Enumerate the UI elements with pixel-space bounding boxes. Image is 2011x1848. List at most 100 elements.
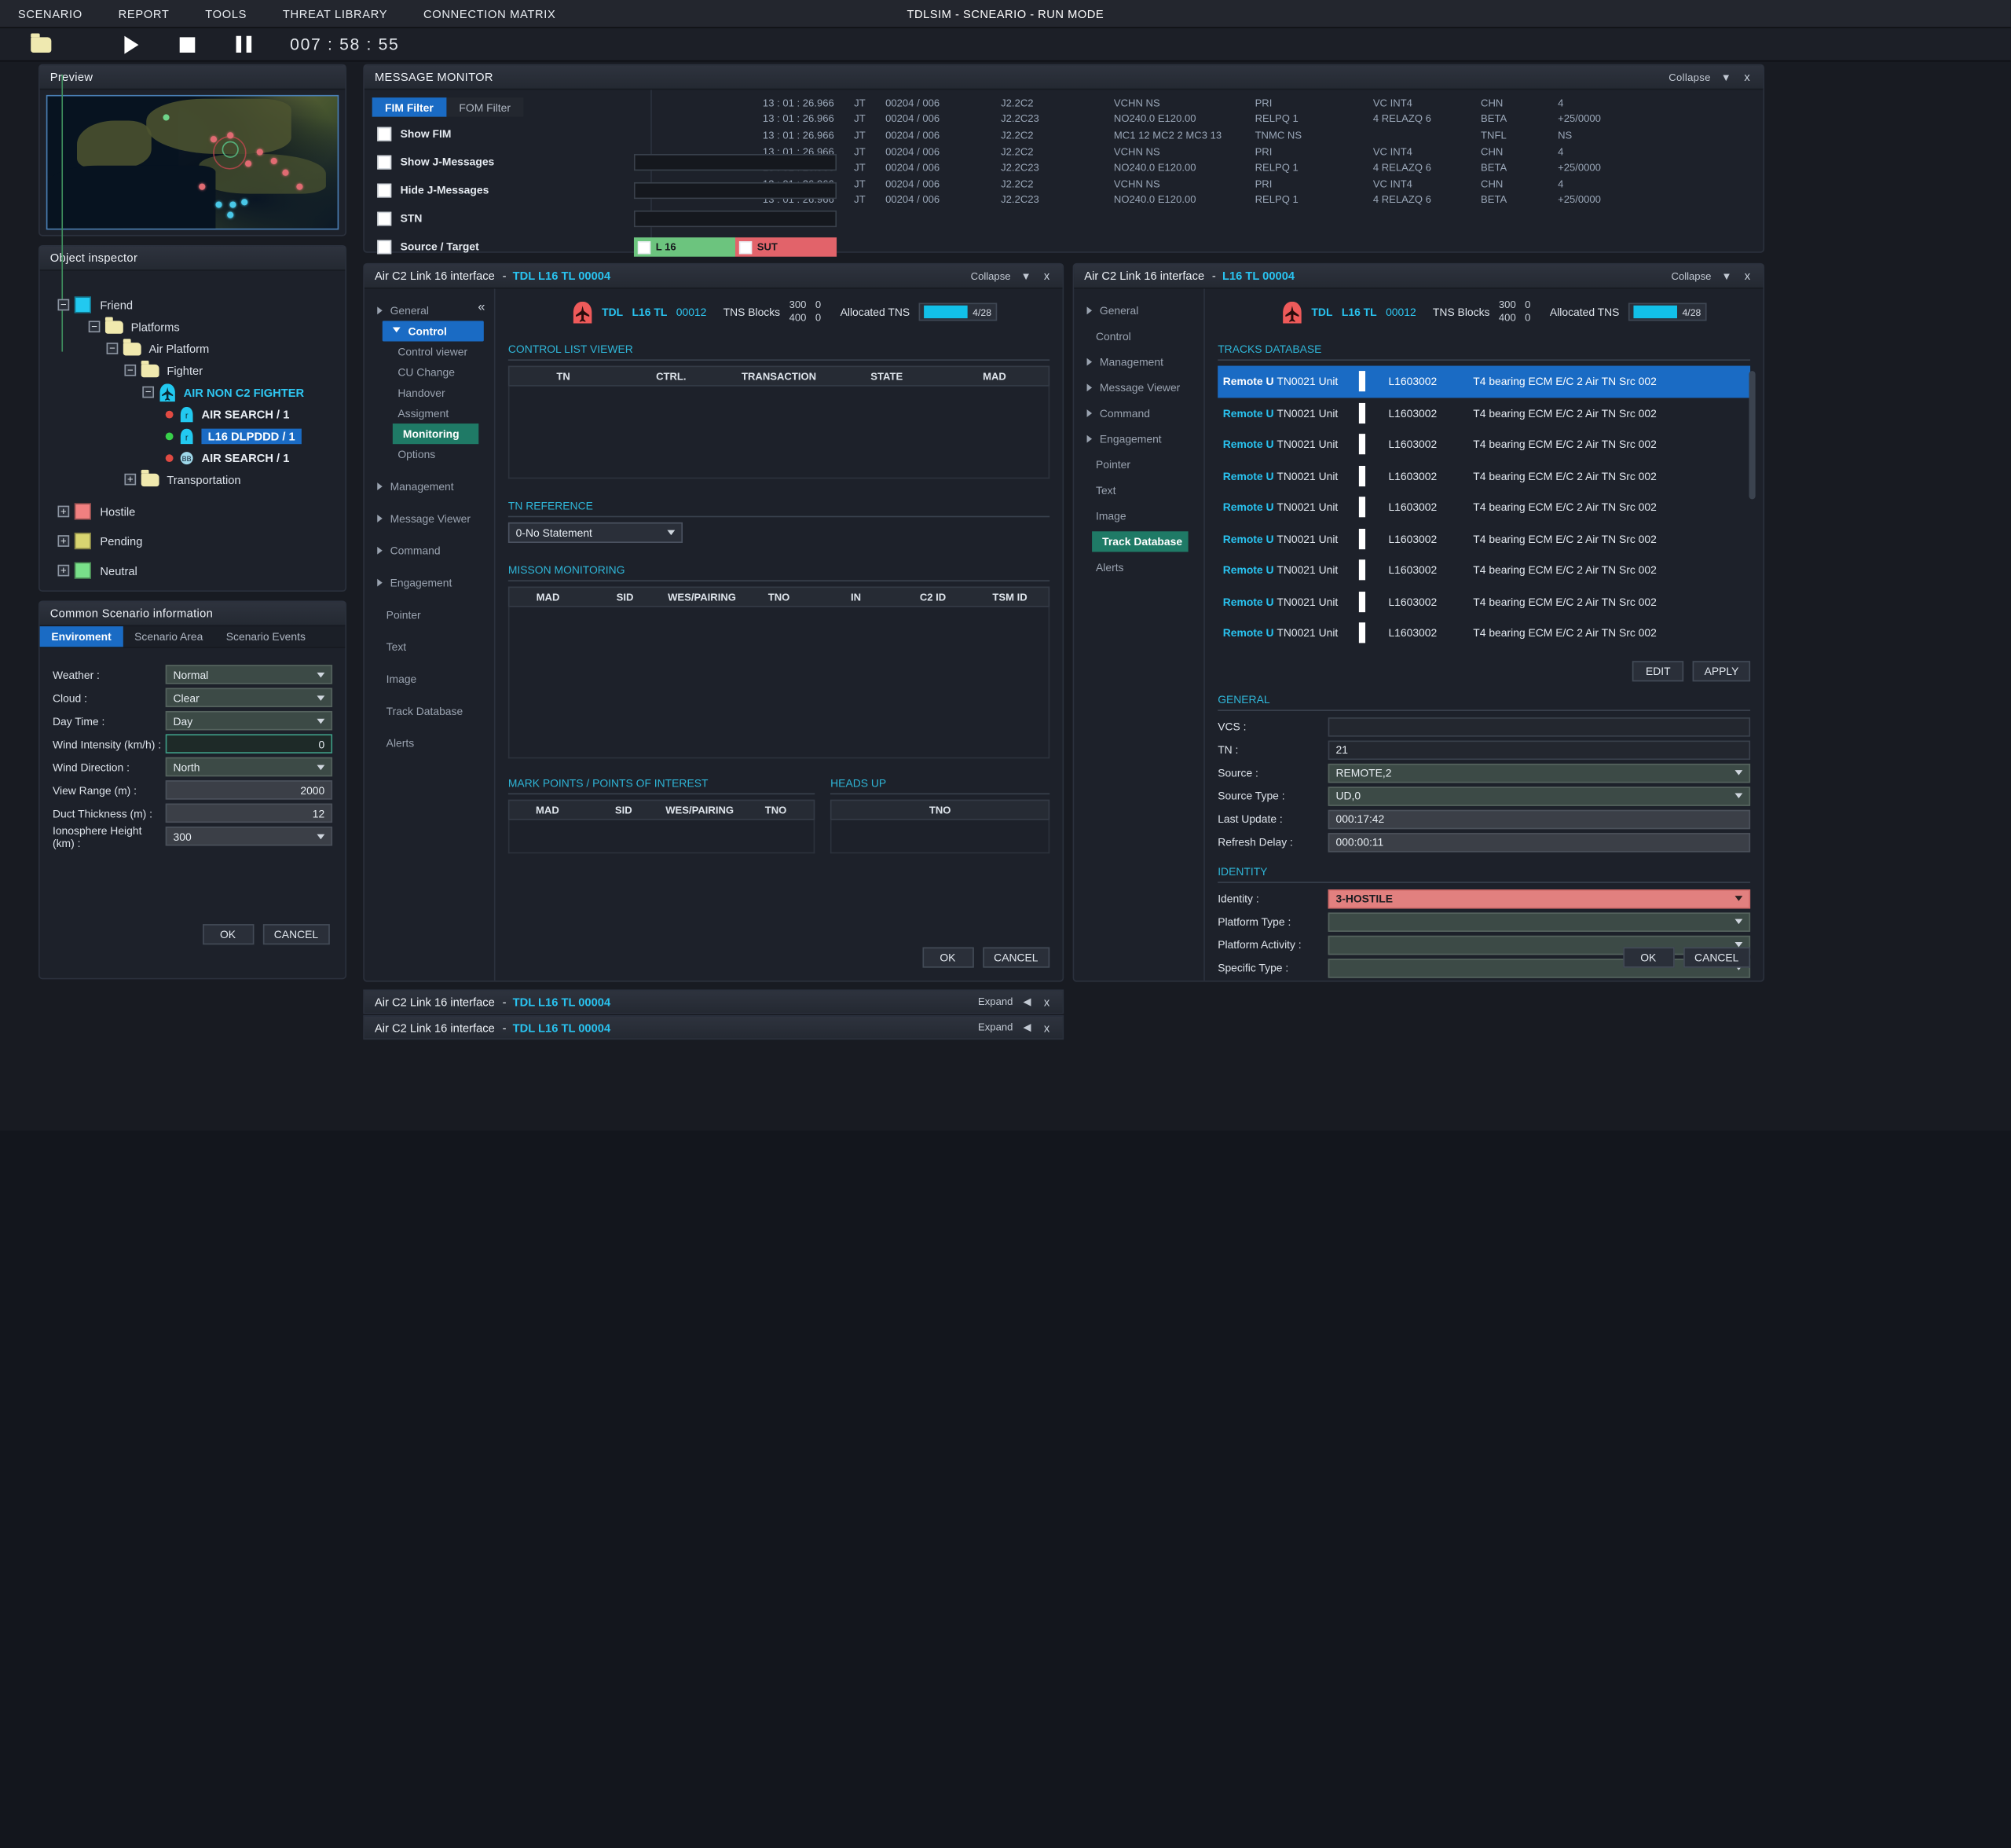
identity-select[interactable]: 3-HOSTILE: [1328, 889, 1750, 908]
stn-input[interactable]: [634, 211, 837, 227]
stn-checkbox[interactable]: [377, 211, 391, 226]
open-scenario-button[interactable]: [13, 28, 69, 60]
table-row[interactable]: Remote U TN0021 Unit L1603002 T4 bearing…: [1218, 618, 1750, 649]
chevron-left-icon[interactable]: ◀: [1023, 1021, 1031, 1033]
expander-icon[interactable]: −: [124, 365, 136, 376]
collapse-button[interactable]: Collapse: [971, 270, 1011, 282]
expander-icon[interactable]: +: [58, 535, 70, 547]
tree-item-platforms[interactable]: − Platforms: [58, 316, 346, 338]
table-row[interactable]: Remote U TN0021 Unit L1603002 T4 bearing…: [1218, 429, 1750, 460]
tree-item-air-non-c2-fighter[interactable]: − AIR NON C2 FIGHTER: [58, 381, 346, 403]
pause-button[interactable]: [215, 28, 272, 60]
view-range-input[interactable]: 2000: [166, 780, 332, 800]
chevron-down-icon[interactable]: ▼: [1721, 72, 1731, 83]
collapsed-c2-panel-1[interactable]: Air C2 Link 16 interface - TDL L16 TL 00…: [363, 989, 1064, 1014]
table-row[interactable]: Remote U TN0021 Unit L1603002 T4 bearing…: [1218, 523, 1750, 555]
tree-item-pending[interactable]: + Pending: [58, 530, 346, 552]
tab-fom-filter[interactable]: FOM Filter: [446, 97, 523, 117]
expander-icon[interactable]: −: [107, 343, 119, 354]
chevron-left-icon[interactable]: ◀: [1023, 996, 1031, 1008]
tree-item-neutral[interactable]: + Neutral: [58, 559, 346, 581]
weather-select[interactable]: Normal: [166, 665, 332, 684]
log-row[interactable]: 13 : 01 : 26.966 JT 00204 / 006 J2.2C2 V…: [652, 95, 1764, 112]
nav-image[interactable]: Image: [1074, 506, 1203, 526]
ionosphere-height-select[interactable]: 300: [166, 827, 332, 846]
preview-map[interactable]: [46, 95, 339, 230]
heads-up-body[interactable]: [830, 820, 1049, 853]
target-sut-toggle[interactable]: SUT: [735, 237, 837, 257]
close-icon[interactable]: x: [1042, 996, 1053, 1008]
table-row[interactable]: Remote U TN0021 Unit L1603002 T4 bearing…: [1218, 586, 1750, 618]
expander-icon[interactable]: +: [58, 506, 70, 518]
cloud-select[interactable]: Clear: [166, 688, 332, 708]
tree-item-air-search-2[interactable]: BB AIR SEARCH / 1: [58, 446, 346, 468]
menu-item-report[interactable]: REPORT: [101, 7, 188, 20]
tree-item-l16-dlpddd-1[interactable]: r L16 DLPDDD / 1: [58, 425, 346, 447]
log-row[interactable]: 13 : 01 : 26.966 JT 00204 / 006 J2.2C2 M…: [652, 127, 1764, 144]
duct-thickness-input[interactable]: 12: [166, 804, 332, 823]
nav-general[interactable]: General: [364, 300, 494, 321]
nav-text[interactable]: Text: [1074, 480, 1203, 500]
cancel-button[interactable]: CANCEL: [262, 924, 330, 944]
chevron-double-left-icon[interactable]: «: [478, 300, 485, 314]
stop-button[interactable]: [159, 28, 216, 60]
hide-j-messages-checkbox[interactable]: [377, 183, 391, 197]
edit-button[interactable]: EDIT: [1632, 660, 1683, 680]
nav-alerts[interactable]: Alerts: [364, 733, 494, 754]
nav-command[interactable]: Command: [1074, 403, 1203, 424]
tab-enviroment[interactable]: Enviroment: [40, 626, 123, 647]
nav-track-database[interactable]: Track Database: [364, 701, 494, 721]
mark-points-body[interactable]: [508, 820, 815, 853]
nav-cu-change[interactable]: CU Change: [364, 362, 494, 383]
source-type-select[interactable]: UD,0: [1328, 786, 1750, 806]
tree-item-fighter[interactable]: − Fighter: [58, 359, 346, 381]
source-select[interactable]: REMOTE,2: [1328, 763, 1750, 783]
close-icon[interactable]: x: [1742, 71, 1753, 83]
tracks-database-list[interactable]: Remote U TN0021 Unit L1603002 T4 bearing…: [1218, 366, 1750, 649]
apply-button[interactable]: APPLY: [1693, 660, 1750, 680]
nav-options[interactable]: Options: [364, 444, 494, 464]
close-icon[interactable]: x: [1742, 270, 1753, 282]
tree-item-hostile[interactable]: + Hostile: [58, 500, 346, 522]
collapsed-c2-panel-2[interactable]: Air C2 Link 16 interface - TDL L16 TL 00…: [363, 1015, 1064, 1040]
nav-pointer[interactable]: Pointer: [1074, 454, 1203, 475]
nav-management[interactable]: Management: [364, 476, 494, 497]
expander-icon[interactable]: +: [124, 474, 136, 486]
nav-message-viewer[interactable]: Message Viewer: [1074, 377, 1203, 398]
nav-general[interactable]: General: [1074, 300, 1203, 321]
nav-pointer[interactable]: Pointer: [364, 604, 494, 625]
expander-icon[interactable]: −: [58, 299, 70, 311]
nav-assigment[interactable]: Assigment: [364, 403, 494, 424]
table-row[interactable]: Remote U TN0021 Unit L1603002 T4 bearing…: [1218, 366, 1750, 398]
cancel-button[interactable]: CANCEL: [982, 948, 1049, 968]
menu-item-tools[interactable]: TOOLS: [187, 7, 265, 20]
nav-engagement[interactable]: Engagement: [1074, 429, 1203, 449]
wind-intensity-input[interactable]: 0: [166, 734, 332, 754]
tree-item-friend[interactable]: − Friend: [58, 294, 346, 316]
nav-message-viewer[interactable]: Message Viewer: [364, 508, 494, 529]
control-list-body[interactable]: [508, 387, 1049, 479]
play-button[interactable]: [103, 28, 159, 60]
cancel-button[interactable]: CANCEL: [1683, 948, 1750, 968]
mission-monitoring-body[interactable]: [508, 607, 1049, 759]
menu-item-threat-library[interactable]: THREAT LIBRARY: [265, 7, 405, 20]
expander-icon[interactable]: −: [89, 321, 101, 332]
table-row[interactable]: Remote U TN0021 Unit L1603002 T4 bearing…: [1218, 398, 1750, 429]
expand-button[interactable]: Expand: [978, 1021, 1013, 1033]
table-row[interactable]: Remote U TN0021 Unit L1603002 T4 bearing…: [1218, 492, 1750, 523]
tab-fim-filter[interactable]: FIM Filter: [372, 97, 446, 117]
platform-type-select[interactable]: [1328, 912, 1750, 932]
target-checkbox[interactable]: [739, 240, 752, 253]
hide-j-messages-input[interactable]: [634, 182, 837, 199]
vcs-input[interactable]: [1328, 717, 1750, 736]
nav-handover[interactable]: Handover: [364, 383, 494, 403]
menu-item-scenario[interactable]: SCENARIO: [0, 7, 101, 20]
show-fim-checkbox[interactable]: [377, 126, 391, 141]
nav-command[interactable]: Command: [364, 541, 494, 561]
table-row[interactable]: Remote U TN0021 Unit L1603002 T4 bearing…: [1218, 555, 1750, 586]
ok-button[interactable]: OK: [922, 948, 973, 968]
wind-direction-select[interactable]: North: [166, 757, 332, 777]
nav-control-viewer[interactable]: Control viewer: [364, 342, 494, 362]
log-row[interactable]: 13 : 01 : 26.966 JT 00204 / 006 J2.2C23 …: [652, 111, 1764, 127]
day-time-select[interactable]: Day: [166, 711, 332, 731]
